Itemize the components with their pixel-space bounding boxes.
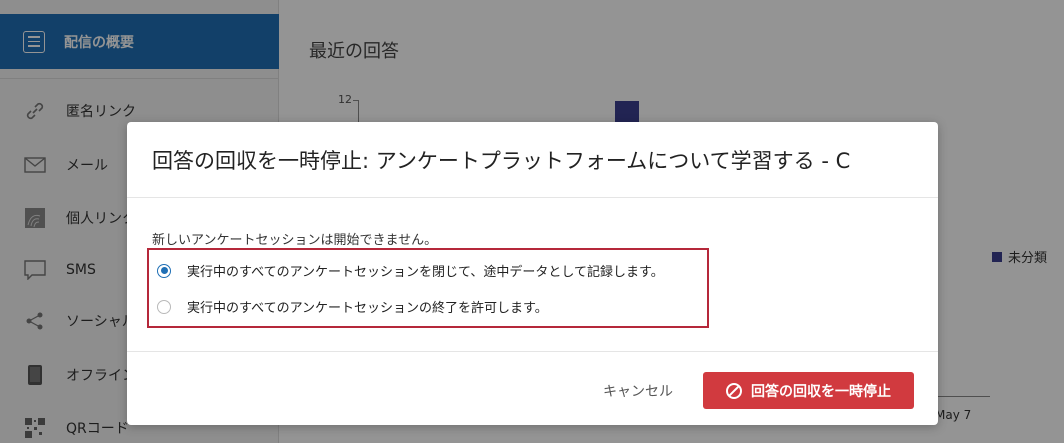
cancel-button[interactable]: キャンセル	[597, 374, 679, 408]
options-group: 実行中のすべてのアンケートセッションを閉じて、途中データとして記録します。 実行…	[147, 248, 709, 328]
pause-button-label: 回答の回収を一時停止	[751, 382, 891, 399]
option-close-sessions[interactable]: 実行中のすべてのアンケートセッションを閉じて、途中データとして記録します。	[157, 261, 664, 280]
dialog-header: 回答の回収を一時停止: アンケートプラットフォームについて学習する - C	[127, 122, 938, 198]
option-label[interactable]: 実行中のすべてのアンケートセッションの終了を許可します。	[187, 297, 548, 316]
dialog-title: 回答の回収を一時停止: アンケートプラットフォームについて学習する - C	[152, 148, 851, 173]
option-allow-finish[interactable]: 実行中のすべてのアンケートセッションの終了を許可します。	[157, 297, 548, 316]
pause-responses-dialog: 回答の回収を一時停止: アンケートプラットフォームについて学習する - C 新し…	[127, 122, 938, 425]
radio-unselected[interactable]	[157, 299, 171, 314]
ban-icon	[726, 382, 742, 399]
dialog-footer-divider	[127, 351, 938, 352]
option-label[interactable]: 実行中のすべてのアンケートセッションを閉じて、途中データとして記録します。	[187, 261, 664, 280]
dialog-description: 新しいアンケートセッションは開始できません。	[152, 233, 438, 248]
pause-responses-button[interactable]: 回答の回収を一時停止	[703, 372, 914, 409]
radio-selected[interactable]	[157, 263, 171, 278]
